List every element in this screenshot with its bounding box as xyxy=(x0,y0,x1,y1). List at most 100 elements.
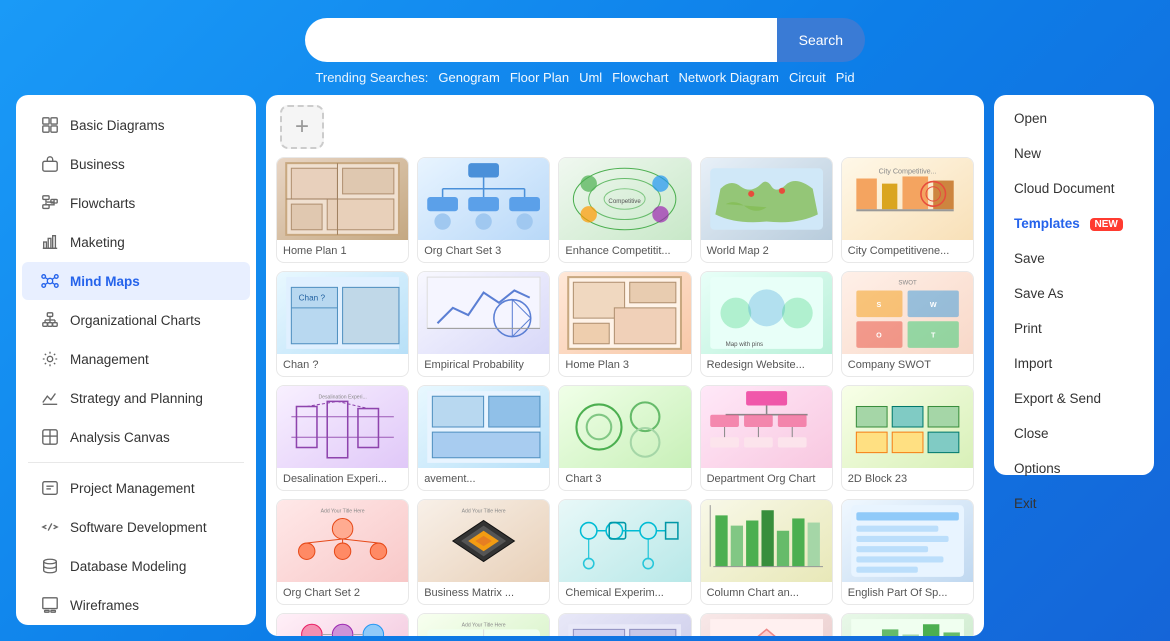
template-card-avement[interactable]: avement... xyxy=(417,385,550,491)
template-thumb xyxy=(559,386,690,468)
template-card-english-part-sp[interactable]: English Part Of Sp... xyxy=(841,499,974,605)
template-label: Org Chart Set 3 xyxy=(418,240,549,262)
template-label: Enhance Competitit... xyxy=(559,240,690,262)
new-template-button[interactable]: + xyxy=(280,105,324,149)
sidebar-item-flowcharts[interactable]: Flowcharts xyxy=(22,184,250,222)
template-card-bottom-3[interactable] xyxy=(841,613,974,636)
right-panel-cloud-doc[interactable]: Cloud Document xyxy=(994,171,1154,206)
template-thumb xyxy=(418,158,549,240)
template-card-2d-block-23[interactable]: 2D Block 23 xyxy=(841,385,974,491)
svg-text:S: S xyxy=(876,301,881,309)
template-thumb xyxy=(277,158,408,240)
sidebar-item-database[interactable]: Database Modeling xyxy=(22,547,250,585)
svg-text:W: W xyxy=(930,301,937,309)
right-panel-new[interactable]: New xyxy=(994,136,1154,171)
sidebar-label: Management xyxy=(70,352,149,367)
sidebar-item-analysis[interactable]: Analysis Canvas xyxy=(22,418,250,456)
right-panel-save[interactable]: Save xyxy=(994,241,1154,276)
template-label: Chemical Experim... xyxy=(559,582,690,604)
sidebar-item-software-dev[interactable]: Software Development xyxy=(22,508,250,546)
trending-genogram[interactable]: Genogram xyxy=(438,70,499,85)
template-thumb xyxy=(842,500,973,582)
sidebar-item-management[interactable]: Management xyxy=(22,340,250,378)
sidebar-item-maketing[interactable]: Maketing xyxy=(22,223,250,261)
template-card-chart-3[interactable]: Chart 3 xyxy=(558,385,691,491)
template-card-bottom-1[interactable] xyxy=(558,613,691,636)
template-card-empirical-prob[interactable]: Empirical Probability xyxy=(417,271,550,377)
trending-circuit[interactable]: Circuit xyxy=(789,70,826,85)
template-card-enhance-competit[interactable]: Competitive Enhance Competitit... xyxy=(558,157,691,263)
svg-text:O: O xyxy=(876,332,882,340)
template-card-life-plan[interactable]: Add Your Title Here Life Plan xyxy=(417,613,550,636)
sidebar-label: Wireframes xyxy=(70,598,139,613)
template-card-flowchart-sample[interactable]: Flowchart Sample xyxy=(276,613,409,636)
template-thumb xyxy=(418,272,549,354)
template-card-city-competitive[interactable]: City Competitive... City Competitivene..… xyxy=(841,157,974,263)
briefcase-icon xyxy=(40,154,60,174)
templates-grid: Home Plan 1 xyxy=(276,157,974,636)
trending-floor-plan[interactable]: Floor Plan xyxy=(510,70,569,85)
template-thumb xyxy=(418,386,549,468)
trending-label: Trending Searches: xyxy=(315,70,428,85)
search-input[interactable] xyxy=(305,18,777,62)
right-panel-options[interactable]: Options xyxy=(994,451,1154,486)
template-card-org-chart-3[interactable]: Org Chart Set 3 xyxy=(417,157,550,263)
trending-flowchart[interactable]: Flowchart xyxy=(612,70,668,85)
template-label: Redesign Website... xyxy=(701,354,832,376)
template-label: Department Org Chart xyxy=(701,468,832,490)
right-panel-import[interactable]: Import xyxy=(994,346,1154,381)
search-button[interactable]: Search xyxy=(777,18,865,62)
right-panel-templates[interactable]: Templates NEW xyxy=(994,206,1154,241)
svg-text:Add Your Title Here: Add Your Title Here xyxy=(462,508,506,514)
sidebar-divider xyxy=(28,462,244,463)
sidebar-item-org-charts[interactable]: Organizational Charts xyxy=(22,301,250,339)
trending-uml[interactable]: Uml xyxy=(579,70,602,85)
template-card-company-swot[interactable]: SWOT S W O T Company SWOT xyxy=(841,271,974,377)
content-area: + Home Plan 1 xyxy=(266,95,984,636)
right-panel-print[interactable]: Print xyxy=(994,311,1154,346)
sidebar-item-project-mgmt[interactable]: Project Management xyxy=(22,469,250,507)
template-card-redesign-website[interactable]: Map with pins Redesign Website... xyxy=(700,271,833,377)
template-thumb xyxy=(842,386,973,468)
manage-icon xyxy=(40,349,60,369)
org-icon xyxy=(40,310,60,330)
right-panel-open[interactable]: Open xyxy=(994,101,1154,136)
sidebar-item-basic-diagrams[interactable]: Basic Diagrams xyxy=(22,106,250,144)
sidebar-item-business[interactable]: Business xyxy=(22,145,250,183)
template-card-org-chart-set-2[interactable]: Add Your Title Here Org Chart Set 2 xyxy=(276,499,409,605)
sidebar-item-mind-maps[interactable]: Mind Maps xyxy=(22,262,250,300)
template-label: Chan ? xyxy=(277,354,408,376)
pm-icon xyxy=(40,478,60,498)
template-thumb xyxy=(701,500,832,582)
template-card-dept-org-chart[interactable]: Department Org Chart xyxy=(700,385,833,491)
trending-pid[interactable]: Pid xyxy=(836,70,855,85)
sidebar-item-strategy[interactable]: Strategy and Planning xyxy=(22,379,250,417)
template-card-column-chart[interactable]: Column Chart an... xyxy=(700,499,833,605)
template-card-bottom-2[interactable] xyxy=(700,613,833,636)
sidebar-item-wireframes[interactable]: Wireframes xyxy=(22,586,250,624)
svg-text:Map with pins: Map with pins xyxy=(725,341,762,348)
right-panel-exit[interactable]: Exit xyxy=(994,486,1154,521)
canvas-icon xyxy=(40,427,60,447)
trending-network-diagram[interactable]: Network Diagram xyxy=(679,70,779,85)
sidebar-label: Business xyxy=(70,157,125,172)
template-card-chan[interactable]: Chan ? Chan ? xyxy=(276,271,409,377)
grid-icon xyxy=(40,115,60,135)
right-panel-export-send[interactable]: Export & Send xyxy=(994,381,1154,416)
svg-text:Add Your Title Here: Add Your Title Here xyxy=(321,508,365,514)
template-thumb xyxy=(701,158,832,240)
right-panel-save-as[interactable]: Save As xyxy=(994,276,1154,311)
header: Search Trending Searches: Genogram Floor… xyxy=(0,0,1170,95)
template-card-home-plan-1[interactable]: Home Plan 1 xyxy=(276,157,409,263)
sidebar-label: Analysis Canvas xyxy=(70,430,170,445)
right-panel-close[interactable]: Close xyxy=(994,416,1154,451)
template-card-desalination[interactable]: Desalination Experi... Desalination Expe… xyxy=(276,385,409,491)
template-card-home-plan-3[interactable]: Home Plan 3 xyxy=(558,271,691,377)
template-label: Chart 3 xyxy=(559,468,690,490)
template-thumb: Add Your Title Here xyxy=(418,614,549,636)
template-label: Company SWOT xyxy=(842,354,973,376)
sidebar-label: Mind Maps xyxy=(70,274,140,289)
template-card-world-map-2[interactable]: World Map 2 xyxy=(700,157,833,263)
template-card-chemical-exp[interactable]: Chemical Experim... xyxy=(558,499,691,605)
template-card-biz-matrix[interactable]: Add Your Title Here Business Matrix ... xyxy=(417,499,550,605)
